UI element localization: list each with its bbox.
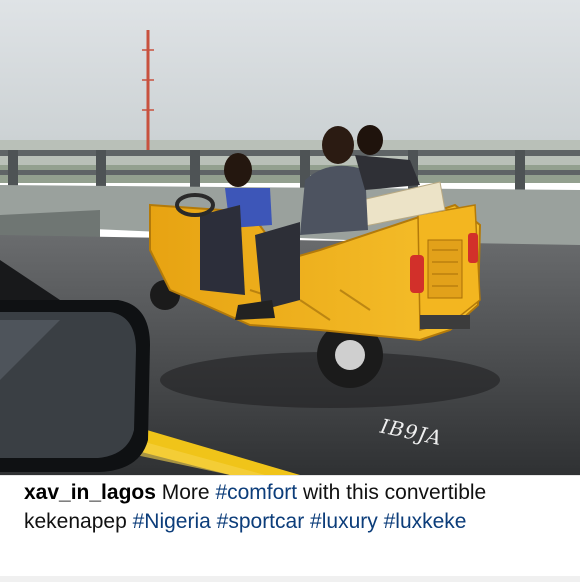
driver-head bbox=[224, 153, 252, 187]
passenger-1-head bbox=[322, 126, 354, 164]
passenger-2-head bbox=[357, 125, 383, 155]
hashtag-comfort[interactable]: #comfort bbox=[215, 481, 297, 504]
hashtag-luxury[interactable]: #luxury bbox=[310, 510, 378, 533]
tail-light-left bbox=[410, 255, 424, 293]
hashtag-nigeria[interactable]: #Nigeria bbox=[133, 510, 211, 533]
caption-text-1: More bbox=[161, 481, 216, 504]
post-photo[interactable]: IB9JA bbox=[0, 0, 580, 476]
instagram-post-card: IB9JA xav_in_lagos More #comfort with th… bbox=[0, 0, 580, 582]
hashtag-luxkeke[interactable]: #luxkeke bbox=[384, 510, 467, 533]
tail-light-right bbox=[468, 233, 478, 263]
hashtag-sportcar[interactable]: #sportcar bbox=[217, 510, 305, 533]
bridge-railing bbox=[0, 150, 580, 156]
post-caption: xav_in_lagos More #comfort with this con… bbox=[24, 478, 564, 536]
card-bottom-border bbox=[0, 576, 580, 582]
username-link[interactable]: xav_in_lagos bbox=[24, 481, 156, 504]
